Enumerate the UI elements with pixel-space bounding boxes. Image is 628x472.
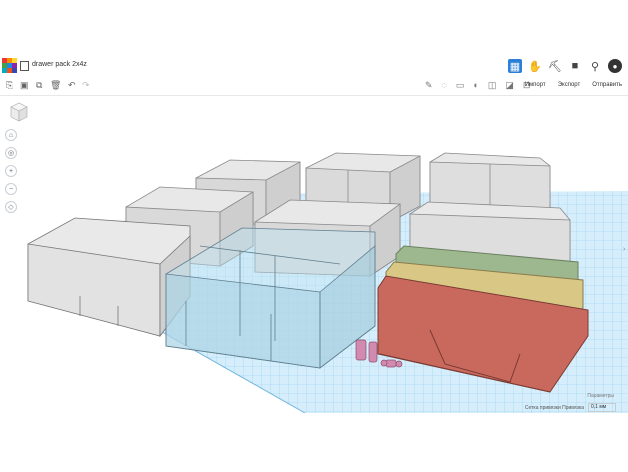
user-add-icon[interactable]: ⚲ [588,59,602,73]
snap-grid-control: Сетка привязки Привязка 0,1 мм [525,403,616,412]
zoom-out-icon[interactable]: − [5,183,17,195]
workplane-scene[interactable] [0,96,628,413]
redo-icon[interactable]: ↷ [82,80,90,91]
3d-viewport[interactable]: ⌂ ◎ + − ◇ › Параметры Сетка привязки При… [0,96,628,413]
duplicate-icon[interactable]: ⧉ [36,80,42,91]
tinkercad-editor: drawer pack 2x4z ▦ ✋ ⛏ ■ ⚲ ● ⎘ ▣ ⧉ 🗑 ↶ ↷… [0,55,628,413]
note-icon[interactable]: ✎ [425,80,433,91]
params-button[interactable]: Параметры [587,393,614,399]
pickaxe-icon[interactable]: ⛏ [548,59,562,73]
align-icon[interactable]: ▭ [456,80,465,91]
avatar[interactable]: ● [608,59,622,73]
home-view-icon[interactable]: ⌂ [5,129,17,141]
import-button[interactable]: Импорт [525,82,546,88]
ungroup-icon[interactable]: ◪ [505,80,514,91]
design-list-icon[interactable] [20,61,29,71]
snap-grid-label: Сетка привязки Привязка [524,404,584,411]
snap-grid-select[interactable]: 0,1 мм [588,403,616,412]
suitcase-icon[interactable]: ■ [568,59,582,73]
delete-icon[interactable]: 🗑 [50,80,61,91]
shape-tools: ✎ ◌ ▭ ◐ ◫ ◪ ⊡ [425,80,530,91]
view-controls: ⌂ ◎ + − ◇ [5,129,17,213]
glove-icon[interactable]: ✋ [528,59,542,73]
design-title[interactable]: drawer pack 2x4z [32,61,87,68]
send-button[interactable]: Отправить [592,82,622,88]
copy-icon[interactable]: ⎘ [6,80,13,91]
logo-tile [12,68,17,73]
undo-icon[interactable]: ↶ [68,80,76,91]
grid-view-icon[interactable]: ▦ [508,59,522,73]
light-bulb-icon[interactable]: ◌ [442,80,447,91]
file-actions: Импорт Экспорт Отправить [525,82,622,88]
group-icon[interactable]: ◫ [488,80,497,91]
export-button[interactable]: Экспорт [558,82,581,88]
top-bar: drawer pack 2x4z ▦ ✋ ⛏ ■ ⚲ ● [0,55,628,78]
edit-toolbar: ⎘ ▣ ⧉ 🗑 ↶ ↷ ✎ ◌ ▭ ◐ ◫ ◪ ⊡ Импорт Экспорт… [0,77,628,96]
mirror-icon[interactable]: ◐ [473,80,478,91]
topbar-actions: ▦ ✋ ⛏ ■ ⚲ ● [508,56,628,76]
panel-toggle-icon[interactable]: › [623,246,628,262]
app-logo[interactable] [2,58,17,73]
perspective-icon[interactable]: ◇ [5,201,17,213]
fit-view-icon[interactable]: ◎ [5,147,17,159]
paste-icon[interactable]: ▣ [20,80,29,91]
zoom-in-icon[interactable]: + [5,165,17,177]
view-cube[interactable] [9,101,29,123]
